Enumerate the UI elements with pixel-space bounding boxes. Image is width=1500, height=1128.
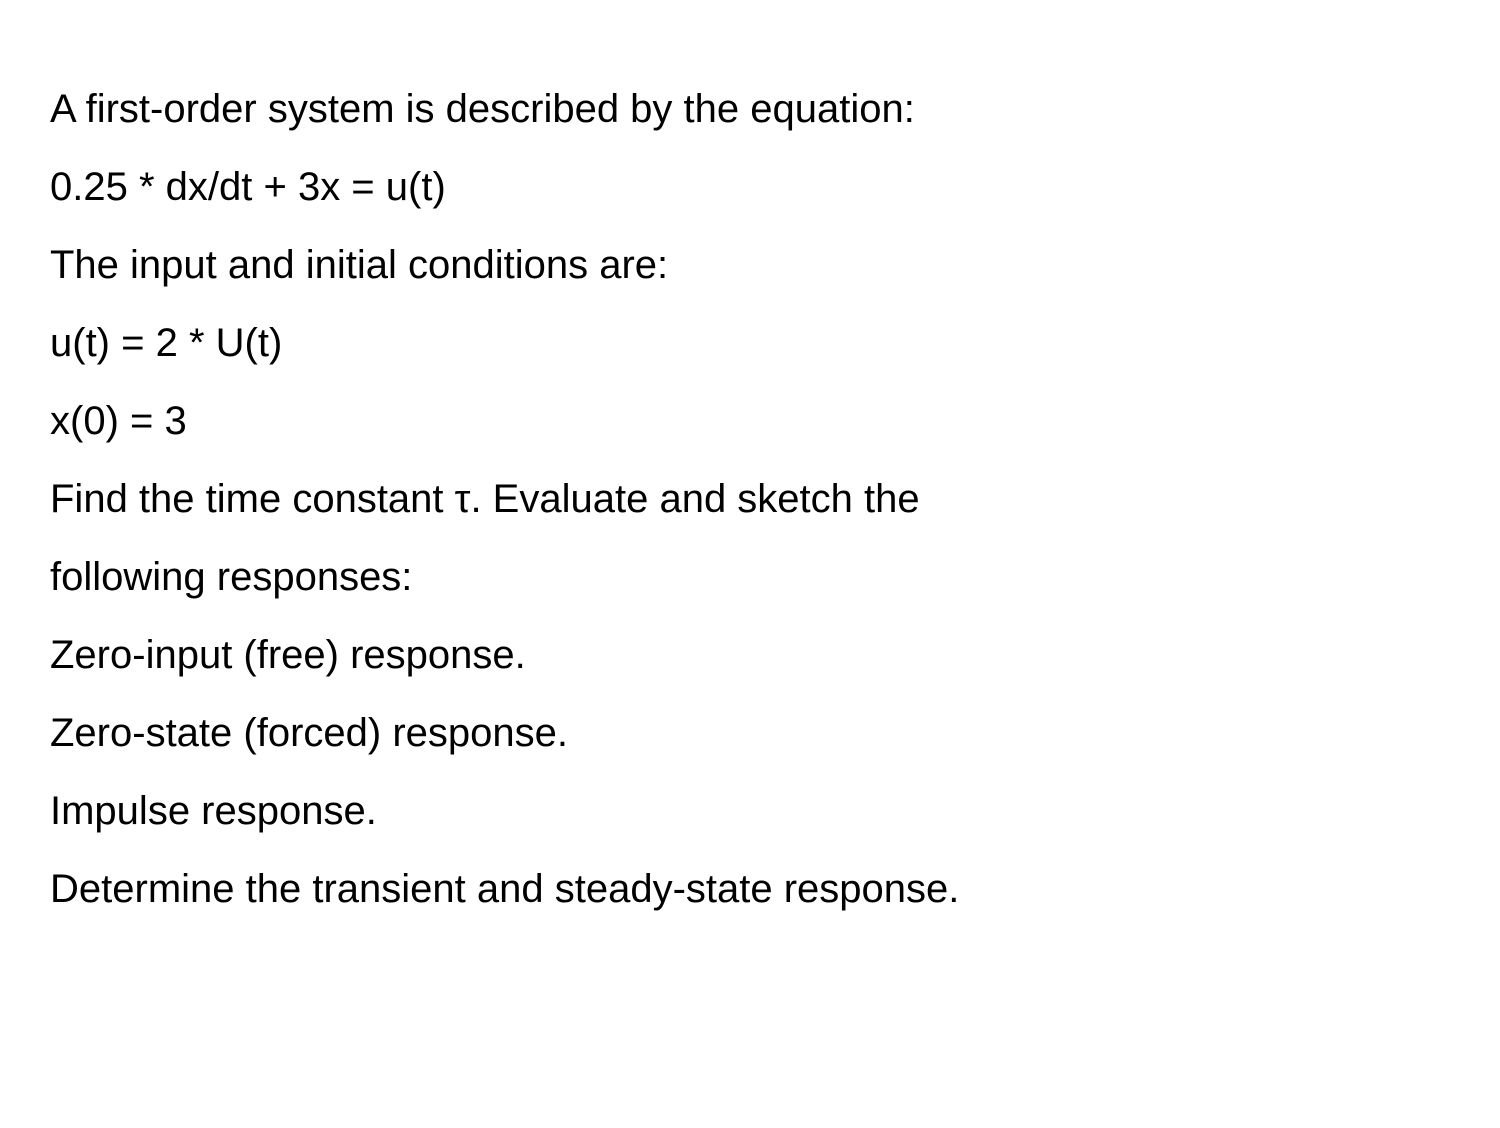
problem-statement: A first-order system is described by the…	[50, 70, 1450, 928]
text-line-3: The input and initial conditions are:	[50, 226, 1450, 304]
text-line-8: Zero-input (free) response.	[50, 616, 1450, 694]
text-line-6: Find the time constant τ. Evaluate and s…	[50, 460, 1450, 538]
text-line-2: 0.25 * dx/dt + 3x = u(t)	[50, 148, 1450, 226]
text-line-11: Determine the transient and steady-state…	[50, 850, 1450, 928]
text-line-7: following responses:	[50, 538, 1450, 616]
text-line-4: u(t) = 2 * U(t)	[50, 304, 1450, 382]
text-line-9: Zero-state (forced) response.	[50, 694, 1450, 772]
text-line-10: Impulse response.	[50, 772, 1450, 850]
text-line-5: x(0) = 3	[50, 382, 1450, 460]
text-line-1: A first-order system is described by the…	[50, 70, 1450, 148]
